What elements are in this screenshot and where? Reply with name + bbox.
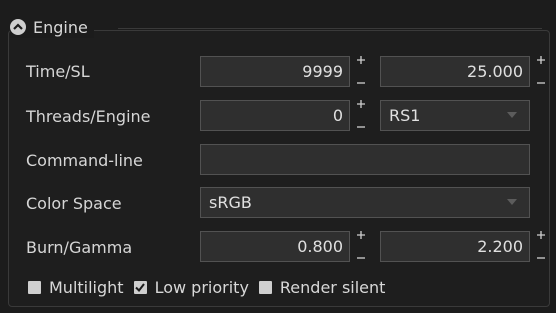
triangle-down-icon — [507, 199, 517, 205]
low-priority-checkbox[interactable] — [133, 281, 147, 294]
minus-icon[interactable] — [537, 79, 545, 87]
burn-gamma-label: Burn/Gamma — [26, 238, 133, 257]
time-spinner[interactable] — [356, 56, 366, 87]
sl-spinner[interactable] — [536, 56, 546, 87]
gamma-spinner[interactable] — [536, 231, 546, 262]
triangle-down-icon — [507, 112, 517, 118]
minus-icon[interactable] — [357, 254, 365, 262]
plus-icon[interactable] — [537, 231, 545, 239]
time-sl-label: Time/SL — [26, 62, 90, 81]
color-space-value: sRGB — [209, 193, 252, 212]
low-priority-option[interactable]: Low priority — [133, 278, 249, 297]
command-line-input[interactable] — [200, 144, 530, 175]
chevron-up-circle-icon[interactable] — [10, 19, 26, 35]
plus-icon[interactable] — [357, 231, 365, 239]
minus-icon[interactable] — [537, 254, 545, 262]
burn-field[interactable]: 0.800 — [200, 231, 350, 262]
render-silent-checkbox[interactable] — [258, 281, 272, 294]
checkmark-icon — [135, 283, 145, 292]
multilight-checkbox[interactable] — [28, 281, 41, 294]
minus-icon[interactable] — [357, 79, 365, 87]
group-header[interactable]: Engine — [10, 16, 94, 38]
engine-select-value: RS1 — [389, 106, 421, 125]
plus-icon[interactable] — [357, 100, 365, 108]
low-priority-label: Low priority — [154, 278, 249, 297]
plus-icon[interactable] — [537, 56, 545, 64]
multilight-option[interactable]: Multilight — [28, 278, 124, 297]
threads-spinner[interactable] — [356, 100, 366, 131]
minus-icon[interactable] — [357, 123, 365, 131]
threads-field[interactable]: 0 — [200, 100, 350, 131]
group-header-line — [118, 28, 542, 29]
options-row: Multilight Low priority Render silent — [28, 278, 395, 297]
render-silent-option[interactable]: Render silent — [258, 278, 386, 297]
burn-spinner[interactable] — [356, 231, 366, 262]
gamma-field[interactable]: 2.200 — [380, 231, 530, 262]
sl-field[interactable]: 25.000 — [380, 56, 530, 87]
engine-panel: Engine Time/SL 9999 25.000 Threads/Engin… — [0, 0, 556, 313]
color-space-label: Color Space — [26, 194, 122, 213]
engine-select[interactable]: RS1 — [380, 100, 530, 131]
color-space-select[interactable]: sRGB — [200, 187, 530, 218]
threads-engine-label: Threads/Engine — [26, 107, 151, 126]
plus-icon[interactable] — [357, 56, 365, 64]
time-field[interactable]: 9999 — [200, 56, 350, 87]
group-title: Engine — [33, 17, 88, 37]
command-line-label: Command-line — [26, 151, 143, 170]
multilight-label: Multilight — [49, 278, 124, 297]
render-silent-label: Render silent — [279, 278, 386, 297]
